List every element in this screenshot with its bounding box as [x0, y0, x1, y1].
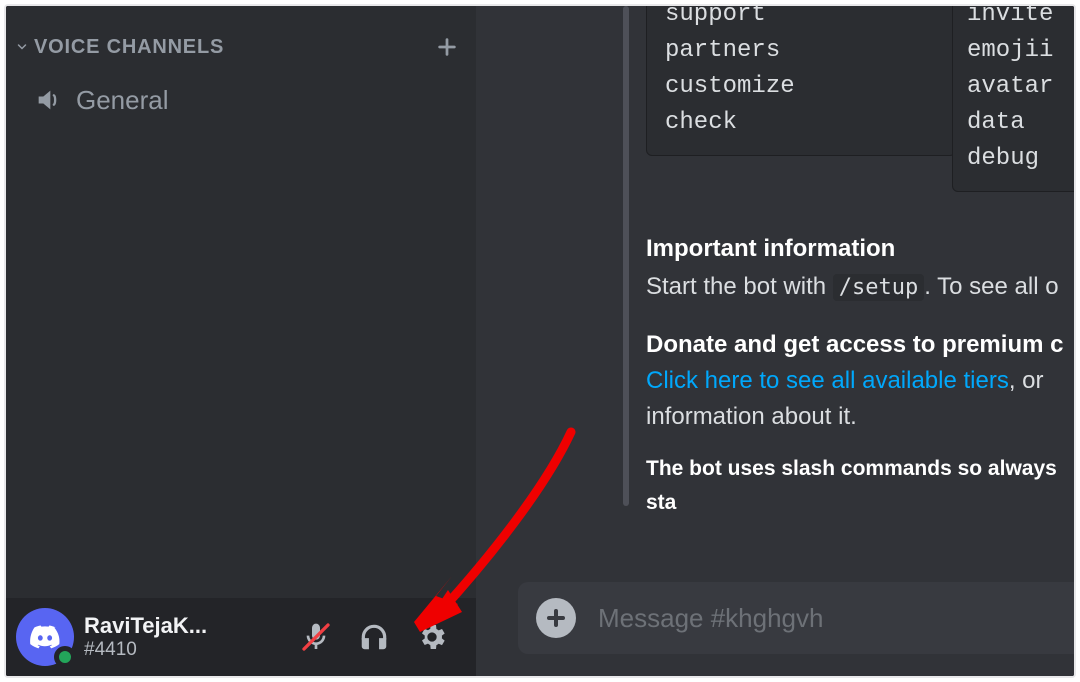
status-online-icon [54, 646, 76, 668]
code-text: support partners customize check [665, 4, 795, 136]
embed-heading-1: Important information [646, 232, 1074, 266]
embed-heading-2: Donate and get access to premium c [646, 328, 1074, 362]
message-content: support partners customize check invite … [476, 6, 1074, 556]
channel-sidebar: VOICE CHANNELS General [6, 6, 476, 676]
speaker-icon [34, 86, 62, 114]
channel-category-voice[interactable]: VOICE CHANNELS [6, 32, 476, 62]
discriminator: #4410 [84, 639, 234, 661]
channel-name: General [76, 85, 169, 116]
deafen-headphones-button[interactable] [352, 615, 396, 659]
avatar[interactable] [16, 608, 74, 666]
embed-line-2: Click here to see all available tiers, o… [646, 364, 1074, 398]
embed-footer: The bot uses slash commands so always st… [646, 452, 1074, 520]
mute-mic-button[interactable] [294, 615, 338, 659]
category-label: VOICE CHANNELS [34, 36, 436, 59]
embed-line-1: Start the bot with /setup. To see all o [646, 270, 1074, 305]
username: RaviTejaK... [84, 613, 234, 639]
code-text: invite emojii avatar data debug [967, 4, 1053, 172]
chevron-down-icon [16, 41, 28, 53]
inline-code: /setup [833, 274, 924, 301]
embed-line-3: information about it. [646, 400, 1074, 434]
code-block-right: invite emojii avatar data debug [952, 4, 1076, 192]
tiers-link[interactable]: Click here to see all available tiers [646, 367, 1009, 394]
add-channel-icon[interactable] [436, 36, 458, 58]
code-block-left: support partners customize check [646, 4, 956, 156]
add-attachment-button[interactable] [536, 598, 576, 638]
chat-area: support partners customize check invite … [476, 6, 1074, 676]
user-bar: RaviTejaK... #4410 [6, 598, 476, 676]
username-block[interactable]: RaviTejaK... #4410 [84, 613, 234, 661]
voice-channel-general[interactable]: General [6, 76, 476, 124]
embed-accent-bar [623, 6, 629, 506]
composer-placeholder: Message #khghgvh [598, 603, 823, 634]
settings-gear-button[interactable] [410, 615, 454, 659]
message-composer[interactable]: Message #khghgvh [518, 582, 1074, 654]
